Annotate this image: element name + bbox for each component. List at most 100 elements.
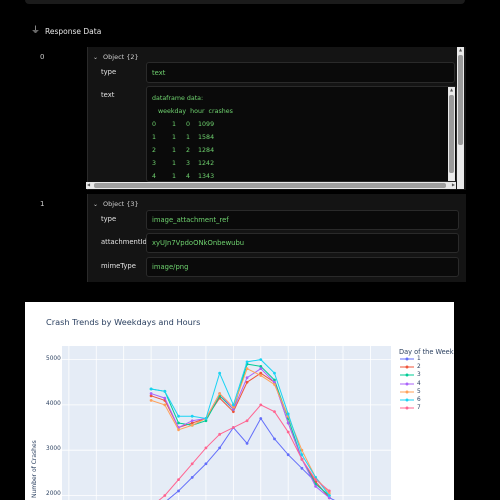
- data-point-7: [327, 489, 331, 493]
- legend-item-7[interactable]: 7: [399, 405, 421, 411]
- legend-swatch-icon: [400, 357, 414, 361]
- chart-image: Crash Trends by Weekdays and Hours Numbe…: [25, 302, 454, 500]
- legend-item-3[interactable]: 3: [399, 372, 421, 378]
- chevron-down-icon: ⌄: [93, 200, 99, 208]
- data-point-5: [177, 428, 180, 432]
- data-point-1: [218, 446, 222, 450]
- data-point-7: [231, 426, 235, 429]
- data-point-6: [163, 389, 167, 393]
- field-key-type-1: type: [101, 215, 117, 223]
- response-data-header[interactable]: ⏚ Response Data: [31, 26, 101, 36]
- y-axis-label: Number of Crashes: [31, 440, 38, 498]
- legend-label: 7: [417, 405, 421, 412]
- panel-vertical-scrollbar[interactable]: ▲: [457, 47, 464, 189]
- chart-plot: [62, 346, 391, 500]
- data-point-7: [314, 478, 318, 482]
- legend-title: Day of the Week: [399, 348, 454, 356]
- legend-swatch-icon: [400, 365, 414, 369]
- data-point-6: [190, 414, 194, 418]
- data-point-6: [177, 414, 180, 418]
- legend-item-2[interactable]: 2: [399, 364, 421, 370]
- data-point-1: [190, 475, 194, 479]
- field-value-type-1: image_attachment_ref: [146, 210, 459, 230]
- data-point-1: [204, 462, 208, 466]
- chevron-down-icon: ⌄: [93, 53, 99, 61]
- legend-swatch-dot: [405, 373, 409, 377]
- panel-hscroll-thumb[interactable]: [94, 183, 446, 188]
- data-point-1: [245, 441, 249, 445]
- scroll-up-icon[interactable]: ▲: [450, 88, 453, 92]
- data-point-7: [190, 462, 194, 466]
- data-point-4: [245, 376, 249, 380]
- field-key-text: text: [101, 91, 115, 99]
- data-point-7: [286, 430, 290, 434]
- panel-horizontal-scrollbar[interactable]: ◀ ▶: [86, 182, 456, 189]
- item-index-0: 0: [40, 53, 45, 61]
- data-point-7: [245, 419, 249, 423]
- data-point-6: [327, 494, 331, 497]
- panel-scroll-up-icon[interactable]: ▲: [459, 48, 462, 52]
- legend-swatch-icon: [400, 382, 414, 386]
- scroll-right-icon[interactable]: ▶: [452, 183, 455, 187]
- object-label-0: Object {2}: [103, 53, 139, 61]
- data-point-5: [259, 374, 263, 377]
- data-point-6: [149, 387, 153, 391]
- plot-background: [62, 346, 391, 500]
- data-point-5: [218, 392, 222, 395]
- legend-swatch-dot: [405, 398, 409, 402]
- field-key-type: type: [101, 68, 117, 76]
- field-key-attachmentid: attachmentId: [101, 238, 147, 246]
- legend-item-4[interactable]: 4: [399, 381, 421, 387]
- data-point-1: [286, 453, 290, 457]
- panel-scroll-thumb[interactable]: [458, 55, 463, 145]
- text-vertical-scrollbar[interactable]: ▲: [448, 87, 455, 181]
- legend-label: 2: [417, 364, 421, 371]
- data-point-5: [163, 403, 167, 407]
- legend-item-1[interactable]: 1: [399, 356, 421, 362]
- data-point-5: [245, 367, 249, 371]
- legend-label: 3: [417, 372, 421, 379]
- scroll-left-icon[interactable]: ◀: [87, 183, 90, 187]
- text-scroll-thumb[interactable]: [449, 95, 454, 173]
- field-value-type: text: [146, 62, 455, 83]
- data-point-6: [204, 417, 208, 420]
- legend-item-5[interactable]: 5: [399, 389, 421, 395]
- field-value-text[interactable]: dataframe data: weekday hour crashes 0 1…: [146, 86, 457, 182]
- y-tick-label: 3000: [46, 446, 61, 453]
- object-toggle-1[interactable]: ⌄ Object {3}: [93, 200, 139, 208]
- data-point-4: [286, 421, 290, 425]
- data-point-7: [177, 478, 180, 482]
- legend-label: 1: [417, 356, 421, 362]
- legend-swatch-dot: [405, 382, 409, 386]
- legend-label: 5: [417, 388, 421, 395]
- legend-swatch-dot: [405, 406, 409, 410]
- data-point-7: [163, 494, 167, 497]
- y-tick-label: 4000: [46, 400, 61, 407]
- legend-swatch-dot: [405, 390, 409, 394]
- data-point-4: [149, 392, 153, 395]
- item-index-1: 1: [40, 200, 45, 208]
- legend-item-6[interactable]: 6: [399, 397, 421, 403]
- data-point-7: [273, 410, 276, 414]
- data-point-4: [259, 367, 263, 371]
- data-point-6: [300, 453, 304, 457]
- legend-swatch-icon: [400, 373, 414, 377]
- data-point-6: [273, 371, 276, 375]
- data-point-4: [314, 485, 318, 488]
- data-point-6: [245, 360, 249, 364]
- object-toggle-0[interactable]: ⌄ Object {2}: [93, 53, 139, 61]
- data-point-4: [163, 396, 167, 400]
- data-point-5: [149, 398, 153, 402]
- data-point-4: [190, 419, 194, 423]
- data-point-5: [190, 423, 194, 427]
- data-point-5: [273, 383, 276, 386]
- data-point-6: [218, 371, 222, 375]
- data-point-6: [231, 403, 235, 407]
- data-point-7: [300, 457, 304, 461]
- response-data-title: Response Data: [45, 26, 102, 36]
- y-tick-label: 5000: [46, 355, 61, 362]
- legend-label: 6: [417, 397, 421, 403]
- data-point-1: [273, 437, 276, 441]
- data-point-1: [300, 466, 304, 470]
- dataframe-text: dataframe data: weekday hour crashes 0 1…: [152, 95, 233, 180]
